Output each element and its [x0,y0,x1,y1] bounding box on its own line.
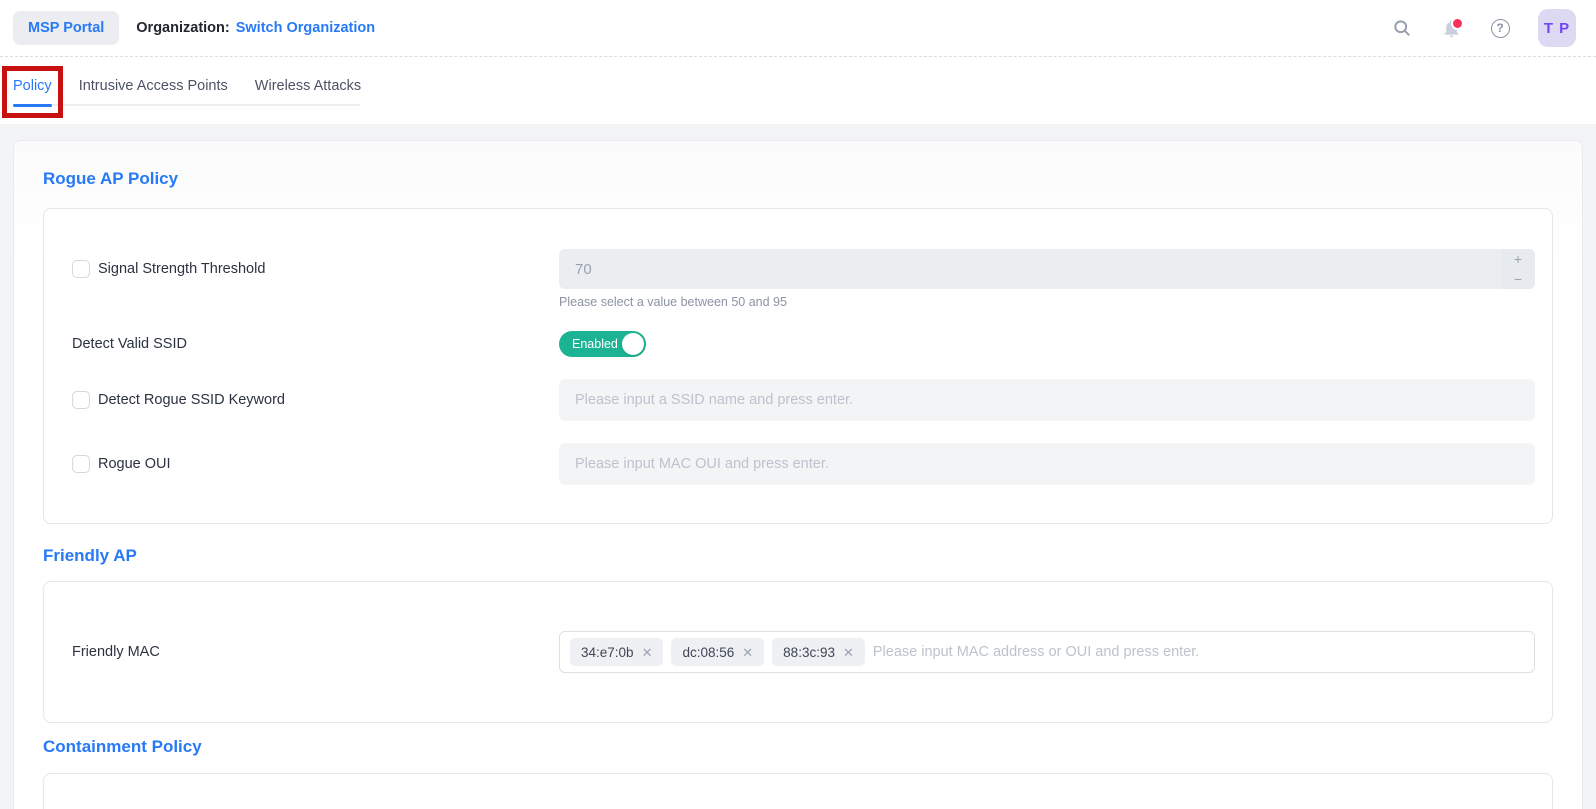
tag-close-icon[interactable]: ✕ [843,646,854,659]
rogue-oui-input[interactable] [559,443,1535,485]
mac-tag: dc:08:56 ✕ [671,638,764,666]
main-panel: Rogue AP Policy Signal Strength Threshol… [13,140,1583,809]
notification-badge [1451,17,1464,30]
stepper-decrease-button[interactable]: − [1501,269,1535,289]
signal-strength-row: Signal Strength Threshold + − Please sel… [72,249,1535,309]
detect-rogue-ssid-label: Detect Rogue SSID Keyword [98,392,285,408]
detect-valid-ssid-row: Detect Valid SSID Enabled [72,331,1535,357]
rogue-oui-checkbox[interactable] [72,455,90,473]
signal-strength-checkbox[interactable] [72,260,90,278]
section-title-friendly-ap: Friendly AP [43,546,1553,566]
toggle-state-label: Enabled [559,337,618,351]
tab-wireless-attacks[interactable]: Wireless Attacks [255,78,361,106]
organization-label: Organization: Switch Organization [136,20,375,36]
signal-strength-input[interactable] [559,249,1501,289]
detect-valid-ssid-toggle[interactable]: Enabled [559,331,646,357]
mac-tag-value: 88:3c:93 [783,645,835,660]
avatar[interactable]: T P [1538,9,1576,47]
toggle-knob [622,333,644,355]
detect-valid-ssid-label: Detect Valid SSID [72,336,187,352]
mac-tag-value: 34:e7:0b [581,645,634,660]
section-title-rogue-ap-policy: Rogue AP Policy [43,169,1553,189]
rogue-oui-label: Rogue OUI [98,456,171,472]
friendly-mac-text-input[interactable] [873,644,1524,660]
notification-bell-icon[interactable] [1440,17,1462,39]
tag-close-icon[interactable]: ✕ [742,646,753,659]
mac-tag: 88:3c:93 ✕ [772,638,865,666]
detect-rogue-ssid-checkbox[interactable] [72,391,90,409]
mac-tag-value: dc:08:56 [682,645,734,660]
msp-portal-button[interactable]: MSP Portal [13,11,119,45]
organization-link[interactable]: Switch Organization [236,20,375,36]
mac-tag: 34:e7:0b ✕ [570,638,663,666]
signal-strength-stepper: + − [559,249,1535,289]
friendly-mac-label: Friendly MAC [72,644,160,660]
friendly-mac-row: Friendly MAC 34:e7:0b ✕ dc:08:56 ✕ 88:3c… [72,631,1535,673]
detect-rogue-ssid-row: Detect Rogue SSID Keyword [72,379,1535,421]
friendly-ap-card: Friendly MAC 34:e7:0b ✕ dc:08:56 ✕ 88:3c… [43,581,1553,723]
signal-strength-label: Signal Strength Threshold [98,249,265,289]
signal-strength-helper-text: Please select a value between 50 and 95 [559,295,1535,309]
rogue-ssid-keyword-input[interactable] [559,379,1535,421]
top-header: MSP Portal Organization: Switch Organizat… [0,0,1596,57]
tab-policy[interactable]: Policy [13,78,52,106]
containment-policy-card [43,773,1553,809]
tab-strip: Policy Intrusive Access Points Wireless … [0,57,1596,124]
organization-label-text: Organization: [136,20,229,36]
section-title-containment-policy: Containment Policy [43,737,1553,757]
rogue-ap-policy-card: Signal Strength Threshold + − Please sel… [43,208,1553,524]
friendly-mac-input[interactable]: 34:e7:0b ✕ dc:08:56 ✕ 88:3c:93 ✕ [559,631,1535,673]
stepper-increase-button[interactable]: + [1501,249,1535,269]
tab-intrusive-access-points[interactable]: Intrusive Access Points [79,78,228,106]
search-icon[interactable] [1391,17,1413,39]
tag-close-icon[interactable]: ✕ [642,646,653,659]
rogue-oui-row: Rogue OUI [72,443,1535,485]
help-icon[interactable]: ? [1489,17,1511,39]
